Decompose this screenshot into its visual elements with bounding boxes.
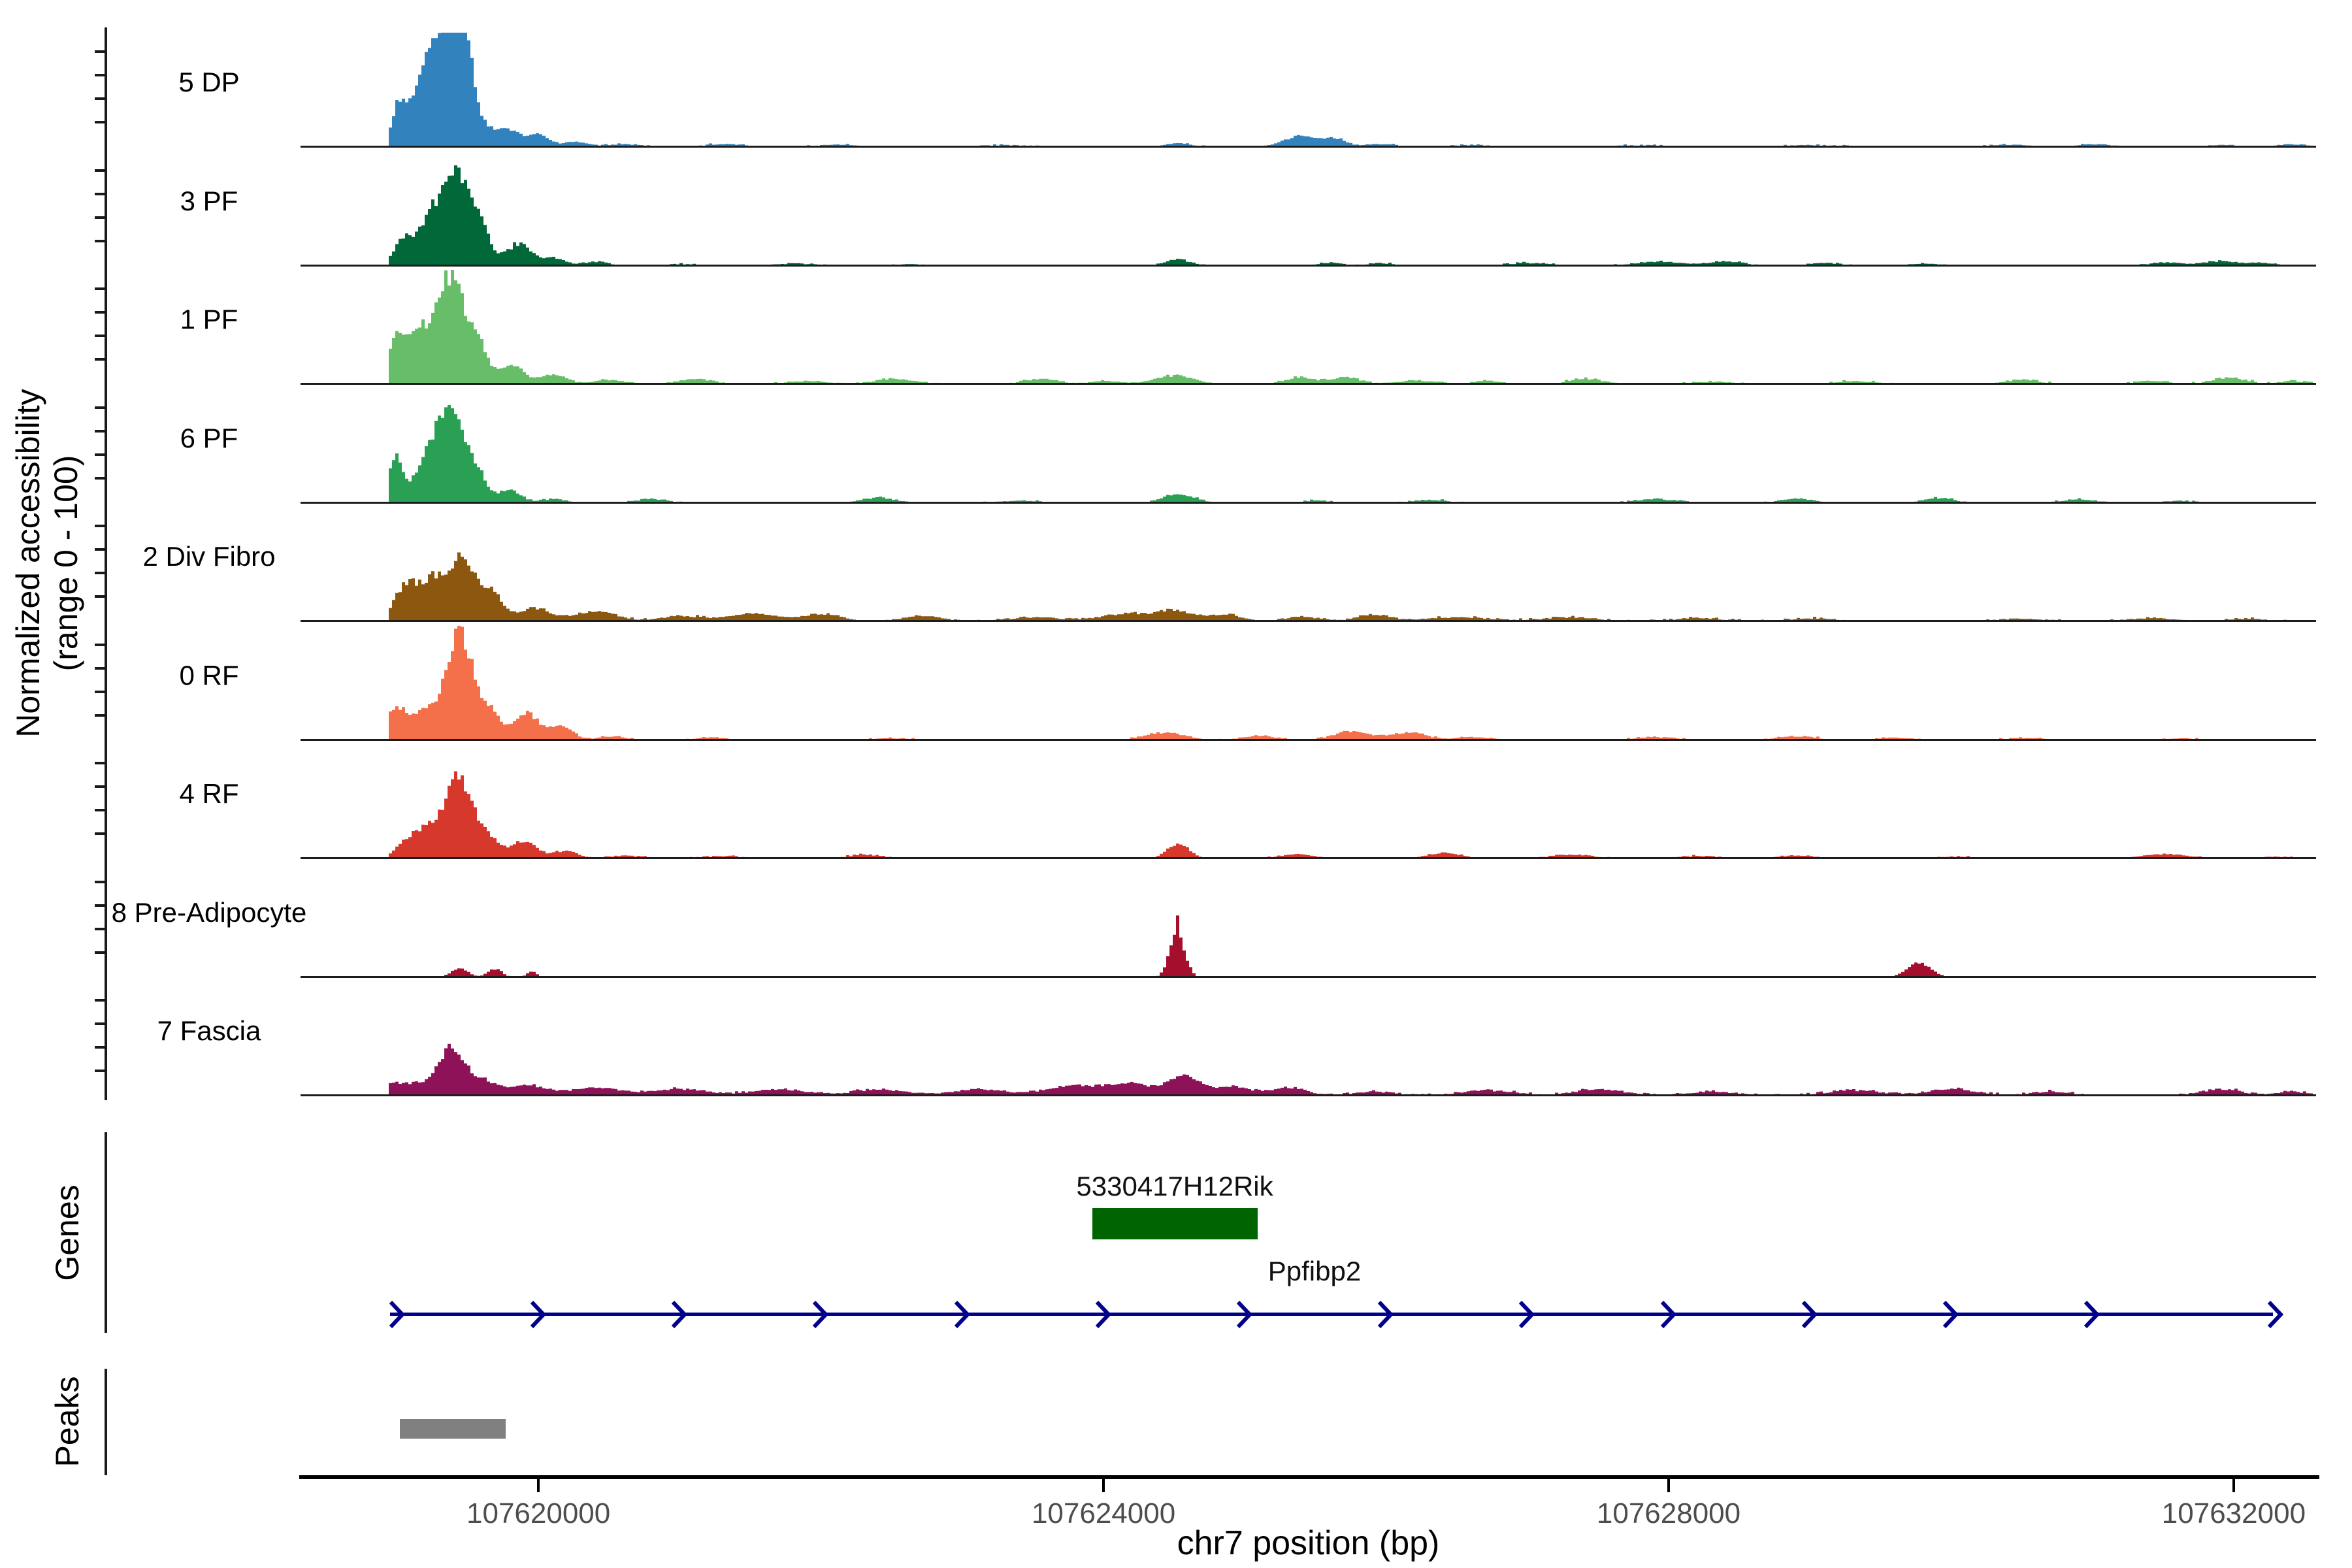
peaks-section-label: Peaks	[48, 1324, 87, 1520]
chevron-glyph	[2085, 1302, 2097, 1327]
track-baseline	[301, 739, 2316, 741]
gene-direction-chevron-icon	[2082, 1299, 2101, 1330]
y-axis-tick	[95, 595, 105, 598]
y-axis-tick	[95, 832, 105, 835]
y-axis-label-line1: Normalized accessibility	[9, 389, 47, 738]
track-signal-path	[301, 772, 2316, 860]
chevron-glyph	[2269, 1302, 2281, 1327]
y-axis-tick	[95, 169, 105, 172]
track-signal-path	[301, 33, 2316, 148]
track-signal-path	[301, 915, 2316, 978]
track-signal-area	[301, 33, 2316, 148]
gene-direction-chevron-icon	[1234, 1299, 1254, 1330]
chevron-glyph	[1379, 1302, 1391, 1327]
track-baseline	[301, 502, 2316, 504]
x-axis-tick	[537, 1479, 540, 1492]
track-baseline	[301, 146, 2316, 148]
y-axis-tick	[95, 240, 105, 242]
chevron-glyph	[673, 1302, 685, 1327]
track-signal-area	[301, 744, 2316, 859]
genes-section-label-text: Genes	[48, 1184, 86, 1281]
chevron-glyph	[532, 1302, 544, 1327]
gene-direction-chevron-icon	[1093, 1299, 1113, 1330]
chevron-glyph	[1238, 1302, 1250, 1327]
chevron-glyph	[1520, 1302, 1532, 1327]
chevron-glyph	[1662, 1302, 1674, 1327]
gene-direction-chevron-icon	[387, 1299, 406, 1330]
gene-direction-chevron-icon	[1516, 1299, 1536, 1330]
x-axis-line	[299, 1475, 2319, 1479]
gene-arrowhead-icon	[2265, 1299, 2285, 1330]
gene-direction-chevron-icon	[810, 1299, 830, 1330]
track-signal-area	[301, 626, 2316, 741]
y-axis-tick	[95, 1070, 105, 1072]
chevron-glyph	[956, 1302, 968, 1327]
track-baseline	[301, 383, 2316, 385]
track-baseline	[301, 976, 2316, 978]
peaks-section-label-text: Peaks	[48, 1377, 86, 1467]
gene-direction-chevron-icon	[669, 1299, 689, 1330]
gene-direction-chevron-icon	[1940, 1299, 1960, 1330]
x-axis-tick	[2232, 1479, 2235, 1492]
y-axis-tick	[95, 762, 105, 764]
gene-direction-chevron-icon	[952, 1299, 972, 1330]
y-axis-tick	[95, 50, 105, 53]
y-axis-tick	[95, 406, 105, 409]
track-signal-area	[301, 507, 2316, 622]
chevron-glyph	[1944, 1302, 1956, 1327]
track-signal-path	[301, 1044, 2316, 1096]
track-baseline	[301, 857, 2316, 859]
x-axis-tick	[1667, 1479, 1670, 1492]
gene-exon-box	[1092, 1208, 1258, 1239]
track-signal-path	[301, 404, 2316, 503]
gene-direction-chevron-icon	[1799, 1299, 1819, 1330]
track-baseline	[301, 620, 2316, 622]
track-signal-area	[301, 389, 2316, 504]
gene-direction-chevron-icon	[1658, 1299, 1678, 1330]
y-axis-tick	[95, 881, 105, 883]
gene-name-label: 5330417H12Rik	[979, 1171, 1371, 1202]
track-signal-path	[301, 626, 2316, 741]
track-signal-area	[301, 270, 2316, 385]
chevron-glyph	[814, 1302, 826, 1327]
gene-name-label: Ppfibp2	[1119, 1256, 1511, 1287]
peak-region-bar	[400, 1419, 506, 1439]
track-signal-path	[301, 165, 2316, 267]
y-axis-tick	[95, 644, 105, 646]
track-baseline	[301, 1094, 2316, 1096]
coverage-plot-figure: Normalized accessibility (range 0 - 100)…	[0, 0, 2352, 1568]
y-axis-tick	[95, 714, 105, 717]
track-signal-path	[301, 270, 2316, 385]
y-axis-tick	[95, 358, 105, 361]
y-axis-tick	[95, 121, 105, 123]
x-axis-title: chr7 position (bp)	[301, 1524, 2316, 1563]
chevron-glyph	[1803, 1302, 1815, 1327]
genes-axis-line	[105, 1132, 107, 1333]
y-axis-tick	[95, 287, 105, 290]
track-signal-path	[301, 553, 2316, 623]
chevron-glyph	[1097, 1302, 1109, 1327]
track-signal-area	[301, 981, 2316, 1096]
peaks-axis-line	[105, 1369, 107, 1475]
track-baseline	[301, 265, 2316, 267]
y-axis-tick	[95, 477, 105, 480]
chevron-glyph	[391, 1302, 402, 1327]
genes-section-label: Genes	[48, 1135, 87, 1331]
y-axis-tick	[95, 951, 105, 954]
y-axis-tick	[95, 525, 105, 527]
track-signal-area	[301, 863, 2316, 978]
gene-direction-chevron-icon	[528, 1299, 547, 1330]
y-axis-tick	[95, 999, 105, 1002]
gene-direction-chevron-icon	[1375, 1299, 1395, 1330]
x-axis-tick	[1102, 1479, 1105, 1492]
track-signal-area	[301, 152, 2316, 267]
